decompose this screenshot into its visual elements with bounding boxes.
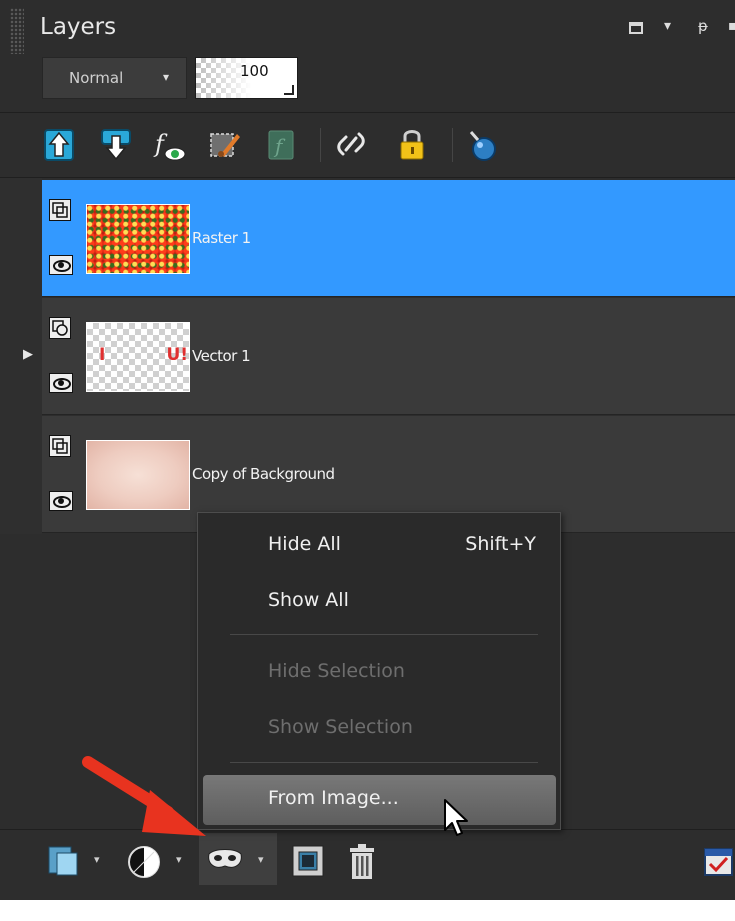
panel-menu-icon[interactable]: ▾	[664, 18, 671, 34]
chevron-down-icon[interactable]: ▾	[258, 853, 264, 866]
raster-layer-icon	[49, 435, 71, 457]
menu-item-label: Show All	[268, 589, 349, 611]
move-layer-up-icon[interactable]	[42, 124, 76, 164]
expand-arrow-icon[interactable]: ▶	[23, 347, 33, 362]
adjustment-layer-icon[interactable]	[126, 843, 164, 881]
layer-name[interactable]: Copy of Background	[192, 465, 335, 483]
menu-item-from-image[interactable]: From Image...	[198, 773, 560, 825]
layers-panel: Layers ▾ ᵽ ▪ Normal ▾ 100 f f Raster 1 I…	[0, 0, 735, 900]
panel-titlebar: Layers ▾ ᵽ ▪	[0, 0, 735, 56]
vector-layer-icon	[49, 317, 71, 339]
drop-icon[interactable]	[465, 124, 499, 164]
opacity-field[interactable]: 100	[195, 57, 298, 99]
thumb-text: I	[99, 345, 106, 365]
visibility-eye-icon[interactable]	[49, 255, 73, 275]
layers-list-gutter	[0, 178, 42, 534]
layer-thumbnail	[86, 204, 190, 274]
layer-thumbnail: I U!	[86, 322, 190, 392]
drag-grip[interactable]	[10, 8, 24, 54]
menu-item-label: Show Selection	[268, 716, 413, 738]
menu-item-shortcut: Shift+Y	[465, 533, 536, 555]
layer-row-vector-1[interactable]: I U! Vector 1	[42, 298, 735, 415]
menu-item-hide-all[interactable]: Hide All Shift+Y	[198, 519, 560, 571]
opacity-value: 100	[240, 62, 269, 80]
raster-layer-icon	[49, 199, 71, 221]
divider	[0, 177, 735, 178]
layer-row-raster-1[interactable]: Raster 1	[42, 180, 735, 297]
mouse-cursor-icon	[444, 799, 468, 836]
menu-item-show-all[interactable]: Show All	[198, 575, 560, 627]
more-icon[interactable]: ▪	[728, 18, 735, 34]
move-layer-down-icon[interactable]	[99, 124, 133, 164]
menu-divider	[230, 762, 538, 763]
fx-visibility-icon[interactable]: f	[153, 124, 187, 164]
opacity-slider-corner	[284, 85, 294, 95]
toolbar-divider	[452, 128, 453, 162]
edit-layer-icon[interactable]	[207, 124, 241, 164]
menu-divider	[230, 634, 538, 635]
restore-icon[interactable]	[629, 22, 643, 34]
divider	[0, 112, 735, 113]
lock-icon[interactable]	[395, 124, 429, 164]
layer-name[interactable]: Raster 1	[192, 229, 251, 247]
chevron-down-icon: ▾	[163, 70, 170, 84]
layer-thumbnail	[86, 440, 190, 510]
mask-icon[interactable]	[205, 846, 245, 884]
menu-item-show-selection: Show Selection	[198, 702, 560, 754]
group-layer-icon[interactable]	[290, 843, 326, 881]
new-layer-icon[interactable]	[47, 843, 83, 881]
pin-icon[interactable]: ᵽ	[698, 17, 708, 35]
panel-title: Layers	[40, 14, 117, 40]
trash-icon[interactable]	[345, 843, 379, 881]
visibility-context-menu: Hide All Shift+Y Show All Hide Selection…	[197, 512, 561, 830]
toolbar-divider	[320, 128, 321, 162]
script-icon[interactable]: f	[264, 124, 298, 164]
chevron-down-icon[interactable]: ▾	[94, 853, 100, 866]
blend-mode-value: Normal	[69, 69, 124, 87]
properties-checklist-icon[interactable]	[702, 843, 735, 881]
chevron-down-icon[interactable]: ▾	[176, 853, 182, 866]
visibility-eye-icon[interactable]	[49, 491, 73, 511]
menu-item-hide-selection: Hide Selection	[198, 646, 560, 698]
menu-item-label: Hide Selection	[268, 660, 405, 682]
visibility-eye-icon[interactable]	[49, 373, 73, 393]
menu-item-label: Hide All	[268, 533, 341, 555]
blend-mode-select[interactable]: Normal ▾	[42, 57, 187, 99]
annotation-arrow-icon	[82, 756, 206, 836]
layer-name[interactable]: Vector 1	[192, 347, 251, 365]
thumb-text: U!	[166, 345, 188, 365]
menu-item-label: From Image...	[268, 787, 399, 809]
link-icon[interactable]	[334, 124, 368, 164]
